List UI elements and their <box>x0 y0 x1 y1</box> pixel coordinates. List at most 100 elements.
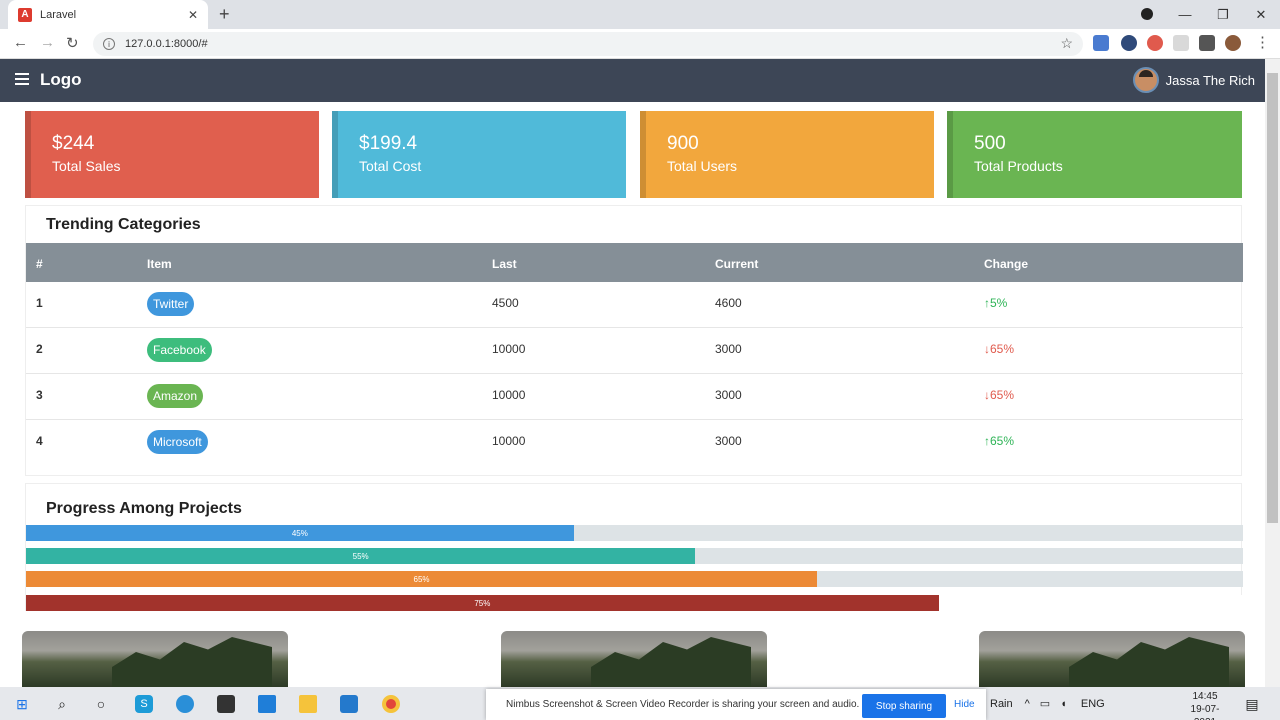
date-text: 19-07-2021 <box>1190 704 1220 720</box>
weather-text[interactable]: Rain <box>990 698 1013 710</box>
close-window-icon[interactable]: ✕ <box>1242 7 1280 23</box>
progress-fill: 75% <box>26 595 939 611</box>
current-value: 3000 <box>715 388 742 402</box>
vscode-icon[interactable] <box>340 695 358 713</box>
chrome-icon[interactable] <box>382 695 400 713</box>
change-text: 65% <box>990 342 1015 356</box>
search-icon[interactable]: ⌕ <box>53 695 71 713</box>
extension-na-icon[interactable] <box>1121 35 1137 51</box>
restore-icon[interactable]: ❐ <box>1204 7 1242 23</box>
skype-icon[interactable]: S <box>135 695 153 713</box>
info-icon[interactable]: i <box>103 38 115 50</box>
url-text: 127.0.0.1:8000/# <box>125 38 208 50</box>
column-header: Current <box>715 257 759 271</box>
change-value: ↑5% <box>984 296 1007 310</box>
row-number: 3 <box>36 388 43 402</box>
browser-tab-bar: A Laravel ✕ + — ❐ ✕ <box>0 0 1280 29</box>
progress-bar: 45% <box>26 525 1243 541</box>
stat-value: $244 <box>52 133 95 154</box>
column-header: Last <box>492 257 517 271</box>
item-badge: Facebook <box>147 338 212 362</box>
edge-icon[interactable] <box>176 695 194 713</box>
image-gallery <box>0 631 1265 687</box>
stat-value: $199.4 <box>359 133 418 154</box>
change-text: 5% <box>990 296 1008 310</box>
system-tray: Rain ^ ▭ ◖ ENG <box>990 687 1105 720</box>
shield-extension-icon[interactable] <box>1173 35 1189 51</box>
reload-icon[interactable]: ↻ <box>66 34 79 52</box>
store-icon[interactable] <box>217 695 235 713</box>
screen-share-notification: Nimbus Screenshot & Screen Video Recorde… <box>486 689 986 720</box>
landscape-image <box>979 631 1245 687</box>
show-hidden-icons-icon[interactable]: ^ <box>1025 698 1030 710</box>
user-name: Jassa The Rich <box>1165 72 1255 88</box>
current-value: 3000 <box>715 434 742 448</box>
progress-bar: 55% <box>26 548 1243 564</box>
stat-card-users: 900 Total Users <box>640 111 934 198</box>
windows-start-icon[interactable]: ⊞ <box>13 695 31 713</box>
extension-icon[interactable] <box>1093 35 1109 51</box>
trending-categories-panel: Trending Categories # Item Last Current … <box>25 205 1243 476</box>
hide-button[interactable]: Hide <box>954 699 975 710</box>
profile-avatar-icon[interactable] <box>1225 35 1241 51</box>
language-indicator[interactable]: ENG <box>1081 698 1105 710</box>
current-value: 4600 <box>715 296 742 310</box>
row-number: 2 <box>36 342 43 356</box>
volume-icon[interactable]: ◖ <box>1060 698 1067 710</box>
stat-value: 500 <box>974 133 1006 154</box>
minimize-icon[interactable]: — <box>1166 7 1204 22</box>
row-number: 4 <box>36 434 43 448</box>
stop-sharing-button[interactable]: Stop sharing <box>862 694 946 718</box>
browser-menu-icon[interactable]: ⋮ <box>1255 33 1270 51</box>
item-badge: Microsoft <box>147 430 208 454</box>
stat-label: Total Sales <box>52 158 121 174</box>
last-value: 10000 <box>492 342 526 356</box>
landscape-image <box>22 631 288 687</box>
progress-fill: 55% <box>26 548 696 564</box>
progress-panel: Progress Among Projects 45% 55% 65% 75% <box>25 483 1243 611</box>
item-badge: Amazon <box>147 384 204 408</box>
new-tab-icon[interactable]: + <box>219 4 230 25</box>
change-value: ↑65% <box>984 434 1014 448</box>
close-tab-icon[interactable]: ✕ <box>188 8 198 22</box>
table-row: 1 Twitter 4500 4600 ↑5% <box>26 282 1243 328</box>
landscape-image <box>501 631 767 687</box>
back-icon[interactable]: ← <box>13 34 28 51</box>
browser-tab[interactable]: A Laravel ✕ <box>8 0 208 29</box>
last-value: 10000 <box>492 434 526 448</box>
browser-toolbar: ← → ↻ i 127.0.0.1:8000/# ☆ ⋮ <box>0 29 1280 59</box>
media-control-icon[interactable] <box>1141 8 1153 20</box>
clock[interactable]: 14:45 19-07-2021 <box>1180 690 1230 720</box>
panel-title: Trending Categories <box>46 216 201 233</box>
change-text: 65% <box>990 434 1015 448</box>
stat-card-products: 500 Total Products <box>947 111 1242 198</box>
stat-label: Total Cost <box>359 158 422 174</box>
table-row: 2 Facebook 10000 3000 ↓65% <box>26 328 1243 374</box>
notifications-icon[interactable]: ▤ <box>1243 695 1261 713</box>
progress-bar: 65% <box>26 571 1243 587</box>
table-header: # Item Last Current Change <box>26 243 1243 282</box>
change-value: ↓65% <box>984 342 1014 356</box>
column-header: Item <box>147 257 172 271</box>
bookmark-star-icon[interactable]: ☆ <box>1060 35 1073 52</box>
hamburger-menu-icon[interactable] <box>15 73 29 87</box>
last-value: 10000 <box>492 388 526 402</box>
page-scrollbar[interactable] <box>1265 59 1280 687</box>
app-header: Logo Jassa The Rich <box>0 59 1265 102</box>
mail-icon[interactable] <box>258 695 276 713</box>
file-explorer-icon[interactable] <box>299 695 317 713</box>
scrollbar-thumb[interactable] <box>1267 73 1278 523</box>
logo[interactable]: Logo <box>40 70 82 90</box>
user-menu[interactable]: Jassa The Rich <box>1132 67 1255 93</box>
tab-title: Laravel <box>40 8 77 21</box>
column-header: # <box>36 257 43 271</box>
task-view-icon[interactable]: ○ <box>92 695 110 713</box>
network-icon[interactable]: ▭ <box>1040 697 1050 710</box>
change-value: ↓65% <box>984 388 1014 402</box>
record-extension-icon[interactable] <box>1147 35 1163 51</box>
puzzle-extensions-icon[interactable] <box>1199 35 1215 51</box>
forward-icon[interactable]: → <box>40 34 55 51</box>
stat-value: 900 <box>667 133 699 154</box>
address-bar[interactable]: i 127.0.0.1:8000/# ☆ <box>93 32 1083 56</box>
stat-card-sales: $244 Total Sales <box>25 111 319 198</box>
